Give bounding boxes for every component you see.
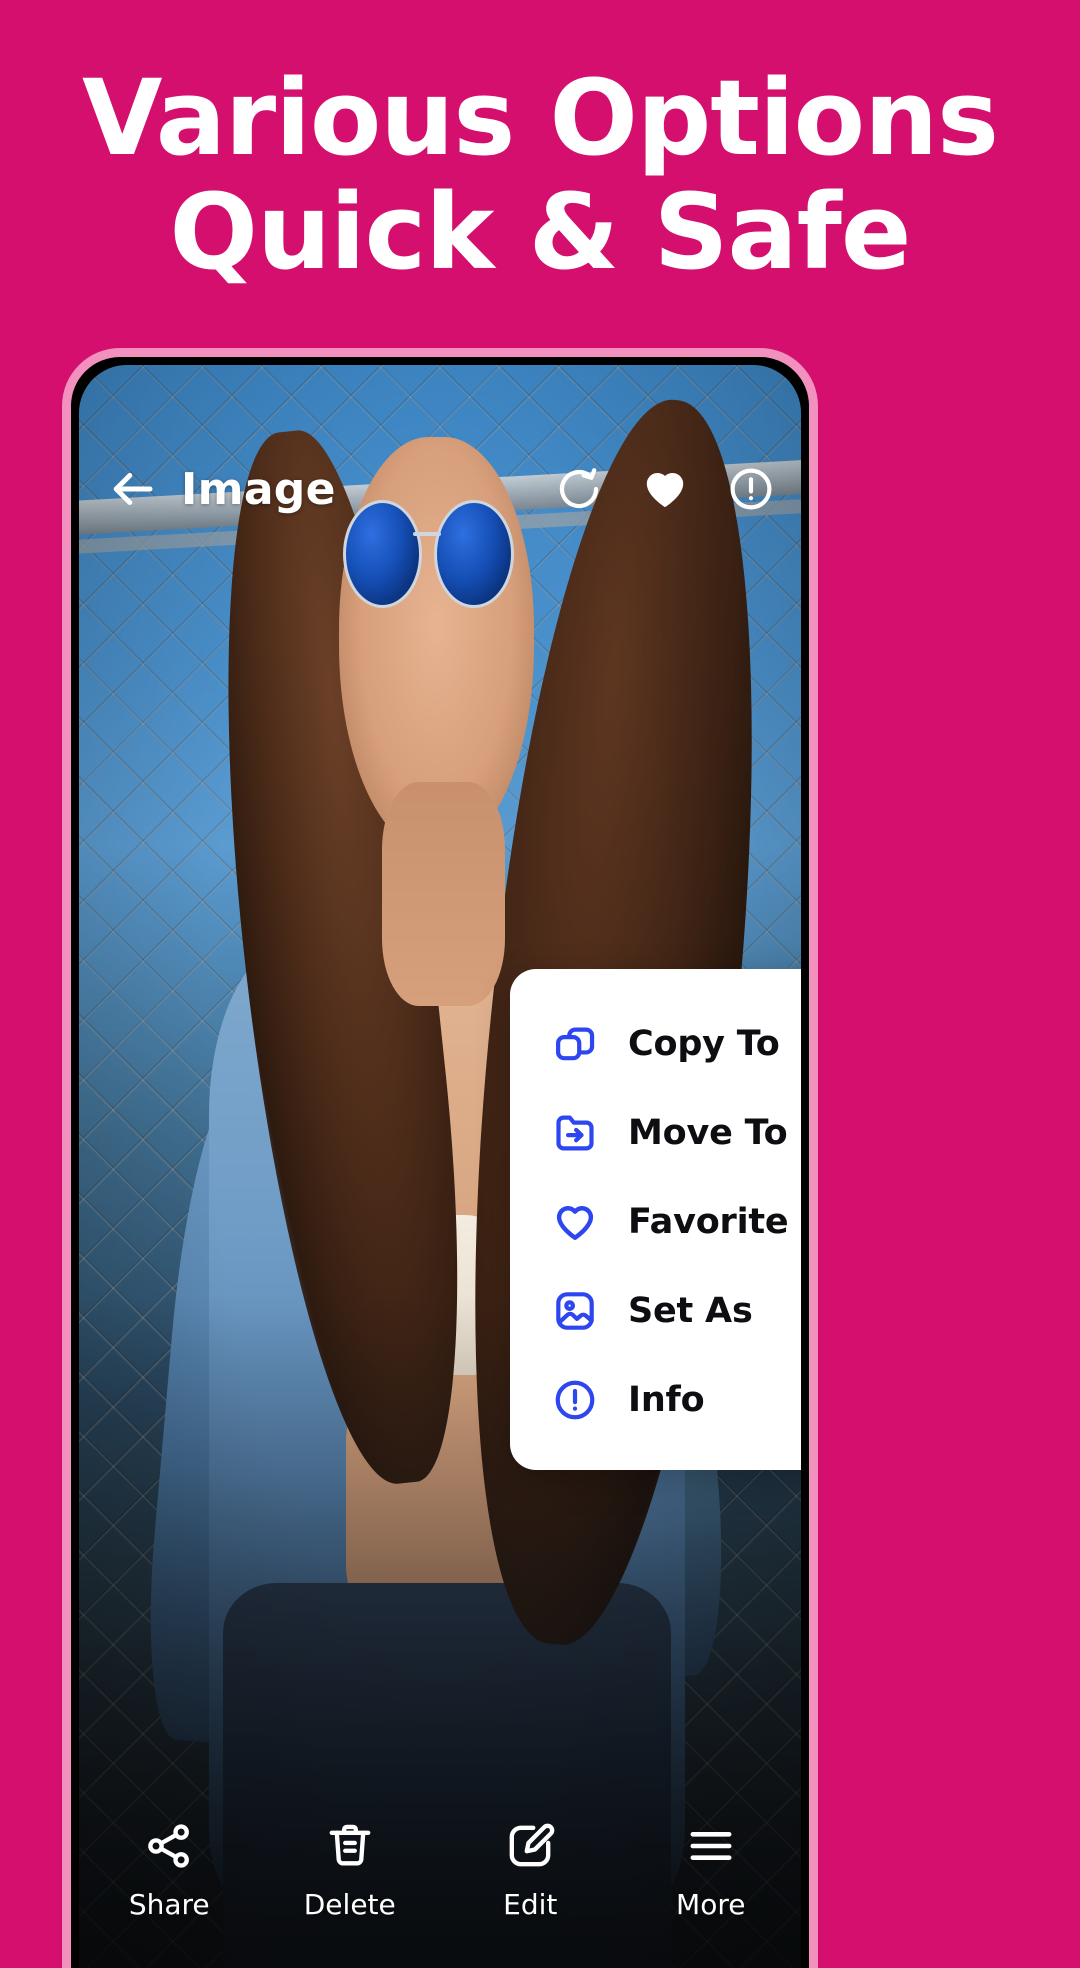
bottom-action-bar: Share Delete Edit More xyxy=(79,1806,801,1968)
move-folder-icon xyxy=(552,1110,598,1156)
copy-icon xyxy=(552,1021,598,1067)
menu-item-set-as[interactable]: Set As xyxy=(510,1266,801,1355)
phone-screen: Image Copy To Move To Favorite Set As In… xyxy=(79,365,801,1968)
bottom-item-label: Edit xyxy=(503,1888,558,1921)
info-circle-icon xyxy=(552,1377,598,1423)
rotate-icon[interactable] xyxy=(555,465,603,513)
phone-mockup-frame: Image Copy To Move To Favorite Set As In… xyxy=(62,348,818,1968)
bottom-item-label: Share xyxy=(128,1888,210,1921)
bottom-item-edit[interactable]: Edit xyxy=(440,1820,621,1921)
back-arrow-icon[interactable] xyxy=(105,462,159,516)
menu-item-copy-to[interactable]: Copy To xyxy=(510,999,801,1088)
menu-item-move-to[interactable]: Move To xyxy=(510,1088,801,1177)
bottom-item-delete[interactable]: Delete xyxy=(260,1820,441,1921)
menu-item-label: Set As xyxy=(628,1290,753,1331)
bottom-item-label: More xyxy=(676,1888,746,1921)
menu-item-info[interactable]: Info xyxy=(510,1355,801,1444)
hamburger-icon xyxy=(685,1820,737,1872)
headline-line-2: Quick & Safe xyxy=(169,171,912,293)
heart-filled-icon[interactable] xyxy=(641,465,689,513)
edit-pencil-icon xyxy=(504,1820,556,1872)
promo-headline: Various Options Quick & Safe xyxy=(0,62,1080,290)
headline-line-1: Various Options xyxy=(81,57,999,179)
trash-icon xyxy=(324,1820,376,1872)
menu-item-label: Move To xyxy=(628,1112,788,1153)
bottom-item-more[interactable]: More xyxy=(621,1820,802,1921)
app-bar: Image xyxy=(79,443,801,535)
image-icon xyxy=(552,1288,598,1334)
bottom-item-label: Delete xyxy=(303,1888,396,1921)
info-icon[interactable] xyxy=(727,465,775,513)
page-title: Image xyxy=(181,463,336,515)
app-bar-actions xyxy=(555,465,775,513)
heart-outline-icon xyxy=(552,1199,598,1245)
menu-item-label: Copy To xyxy=(628,1023,780,1064)
menu-item-label: Info xyxy=(628,1379,705,1420)
menu-item-label: Favorite xyxy=(628,1201,789,1242)
menu-item-favorite[interactable]: Favorite xyxy=(510,1177,801,1266)
options-popup-menu: Copy To Move To Favorite Set As Info xyxy=(510,969,801,1470)
bottom-item-share[interactable]: Share xyxy=(79,1820,260,1921)
share-icon xyxy=(143,1820,195,1872)
